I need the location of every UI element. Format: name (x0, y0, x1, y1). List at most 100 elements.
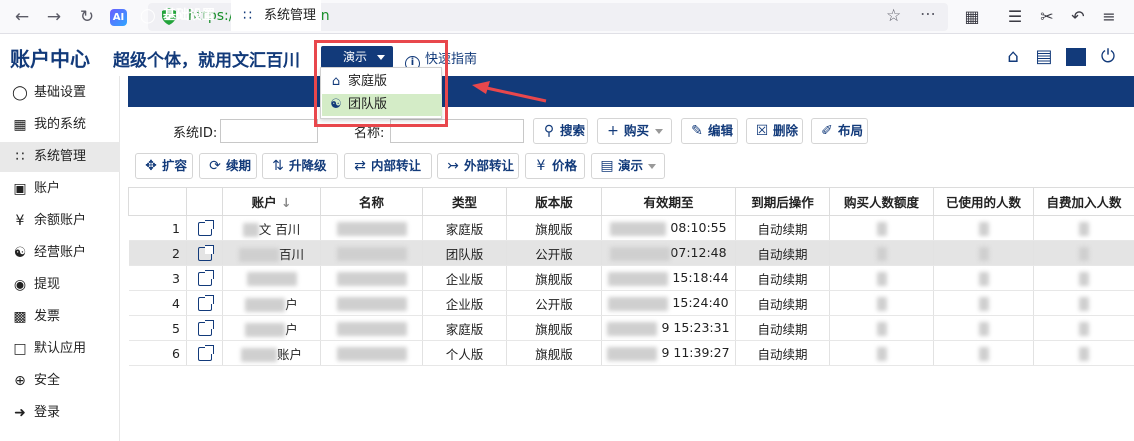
grid-icon[interactable]: ▦ (962, 7, 982, 27)
more-icon[interactable]: ⋯ (920, 4, 937, 23)
edit-button[interactable]: ✎ 编辑 (681, 118, 738, 144)
internal-transfer-button[interactable]: ⇄ 内部转让 (344, 153, 432, 179)
user-icon: ◯ (12, 85, 28, 101)
open-link-cell[interactable] (186, 265, 223, 291)
sidebar-item-system-management[interactable]: ∷ 系统管理 (0, 142, 120, 172)
external-link-icon[interactable] (197, 219, 214, 236)
column-header-name[interactable]: 名称 (320, 187, 423, 216)
sidebar-item-login[interactable]: ➜ 登录 (0, 398, 120, 428)
buy-button[interactable]: + 购买 (597, 118, 672, 144)
system-id-label: 系统ID: (173, 126, 218, 141)
table-row[interactable]: 4 户 企业版 公开版 15:24:40 自动续期 (128, 290, 1134, 316)
menu-icon[interactable]: ≡ (1099, 7, 1119, 27)
external-link-icon[interactable] (197, 319, 214, 336)
book-icon[interactable]: ▤ (1034, 47, 1054, 67)
column-header-used-seats[interactable]: 已使用的人数 (933, 187, 1034, 216)
search-button[interactable]: ⚲ 搜索 (533, 118, 588, 144)
type-cell: 家庭版 (422, 315, 507, 341)
sidebar-item-account[interactable]: ▣ 账户 (0, 174, 120, 204)
annotation-arrow-icon (472, 81, 547, 103)
system-id-input[interactable] (220, 119, 318, 143)
open-link-cell[interactable] (186, 315, 223, 341)
updown-icon: ⇅ (272, 158, 284, 174)
self-paid-cell (1033, 240, 1134, 266)
sidebar-item-security[interactable]: ⊕ 安全 (0, 366, 120, 396)
bag-icon: ◉ (13, 277, 27, 293)
apps-icon: ▦ (13, 117, 27, 133)
open-link-cell[interactable] (186, 240, 223, 266)
type-cell: 团队版 (422, 240, 507, 266)
redacted-block (876, 346, 887, 361)
back-icon[interactable]: ← (12, 7, 32, 27)
undo-icon[interactable]: ↶ (1068, 7, 1088, 27)
reading-list-icon[interactable]: ☰ (1005, 7, 1025, 27)
trash-icon: ☒ (755, 123, 769, 139)
expiry-cell: 15:18:44 (601, 265, 736, 291)
open-link-cell[interactable] (186, 290, 223, 316)
sidebar-item-business-account[interactable]: ☯ 经营账户 (0, 238, 120, 268)
redacted-block (978, 321, 989, 336)
external-link-icon[interactable] (197, 294, 214, 311)
column-header-account[interactable]: 账户 ↓ (222, 187, 321, 216)
layout-button[interactable]: ✐ 布局 (811, 118, 868, 144)
external-transfer-button[interactable]: ↣ 外部转让 (437, 153, 519, 179)
self-paid-cell (1033, 215, 1134, 241)
scissors-icon[interactable]: ✂ (1037, 7, 1057, 27)
yen-icon: ¥ (15, 213, 25, 229)
forward-icon[interactable]: → (44, 7, 64, 27)
sidebar-item-default-apps[interactable]: □ 默认应用 (0, 334, 120, 364)
table-row[interactable]: 3 企业版 旗舰版 15:18:44 自动续期 (128, 265, 1134, 291)
table-row[interactable]: 5 户 家庭版 旗舰版 9 15:23:31 自动续期 (128, 315, 1134, 341)
price-icon: ¥ (536, 158, 546, 174)
external-link-icon[interactable] (197, 244, 214, 261)
column-header-self-paid[interactable]: 自费加入人数 (1033, 187, 1134, 216)
systems-table: 账户 ↓ 名称 类型 版本版 有效期至 到期后操作 购买人数额度 已使用的人数 … (128, 187, 1134, 366)
redacted-block (1079, 271, 1089, 286)
self-paid-cell (1033, 340, 1134, 366)
upgrade-downgrade-button[interactable]: ⇅ 升降级 (262, 153, 338, 179)
external-link-icon[interactable] (197, 344, 214, 361)
reload-icon[interactable]: ↻ (77, 7, 97, 27)
price-button[interactable]: ¥ 价格 (525, 153, 585, 179)
star-icon[interactable]: ☆ (886, 6, 901, 26)
expiry-cell: 07:12:48 (601, 240, 736, 266)
account-cell: 账户 (222, 340, 321, 366)
after-expiry-cell: 自动续期 (735, 215, 830, 241)
ai-icon[interactable]: AI (110, 9, 127, 26)
dots-icon: ∷ (15, 149, 25, 165)
row-number: 2 (128, 240, 187, 266)
redacted-block (978, 271, 989, 286)
sidebar-item-balance-account[interactable]: ¥ 余额账户 (0, 206, 120, 236)
sidebar-item-invoice[interactable]: ▩ 发票 (0, 302, 120, 332)
expand-button[interactable]: ✥ 扩容 (135, 153, 193, 179)
column-header-edition[interactable]: 版本版 (506, 187, 602, 216)
table-row[interactable]: 2 百川 团队版 公开版 07:12:48 自动续期 (128, 240, 1134, 266)
table-row[interactable]: 1 文 百川 家庭版 旗舰版 08:10:55 自动续期 (128, 215, 1134, 241)
sidebar-item-my-systems[interactable]: ▦ 我的系统 (0, 110, 120, 140)
sidebar-item-withdraw[interactable]: ◉ 提现 (0, 270, 120, 300)
purchased-seats-cell (829, 240, 934, 266)
shield-plus-icon: ⊕ (14, 373, 26, 389)
renew-button[interactable]: ⟳ 续期 (199, 153, 257, 179)
after-expiry-cell: 自动续期 (735, 265, 830, 291)
open-link-cell[interactable] (186, 215, 223, 241)
external-link-icon[interactable] (197, 269, 214, 286)
home-icon[interactable]: ⌂ (1003, 47, 1023, 67)
used-seats-cell (933, 265, 1034, 291)
column-header-after-expiry[interactable]: 到期后操作 (735, 187, 830, 216)
column-header-purchased-seats[interactable]: 购买人数额度 (829, 187, 934, 216)
delete-button[interactable]: ☒ 删除 (746, 118, 803, 144)
theme-square-icon[interactable] (1066, 48, 1086, 66)
table-row[interactable]: 6 账户 个人版 旗舰版 9 11:39:27 自动续期 (128, 340, 1134, 366)
demo-button[interactable]: ▤ 演示 (591, 153, 665, 179)
open-link-cell[interactable] (186, 340, 223, 366)
transfer-icon: ⇄ (354, 158, 366, 174)
tab-system-management[interactable]: ∷ 系统管理 (231, 0, 321, 31)
tab-basic-settings[interactable]: ◯ 基础设置 (128, 0, 227, 31)
power-icon[interactable]: ⏻ (1098, 47, 1118, 67)
column-header-type[interactable]: 类型 (422, 187, 507, 216)
user-icon: ◯ (140, 8, 156, 24)
used-seats-cell (933, 290, 1034, 316)
sidebar-item-basic-settings[interactable]: ◯ 基础设置 (0, 78, 120, 108)
column-header-expiry[interactable]: 有效期至 (601, 187, 736, 216)
